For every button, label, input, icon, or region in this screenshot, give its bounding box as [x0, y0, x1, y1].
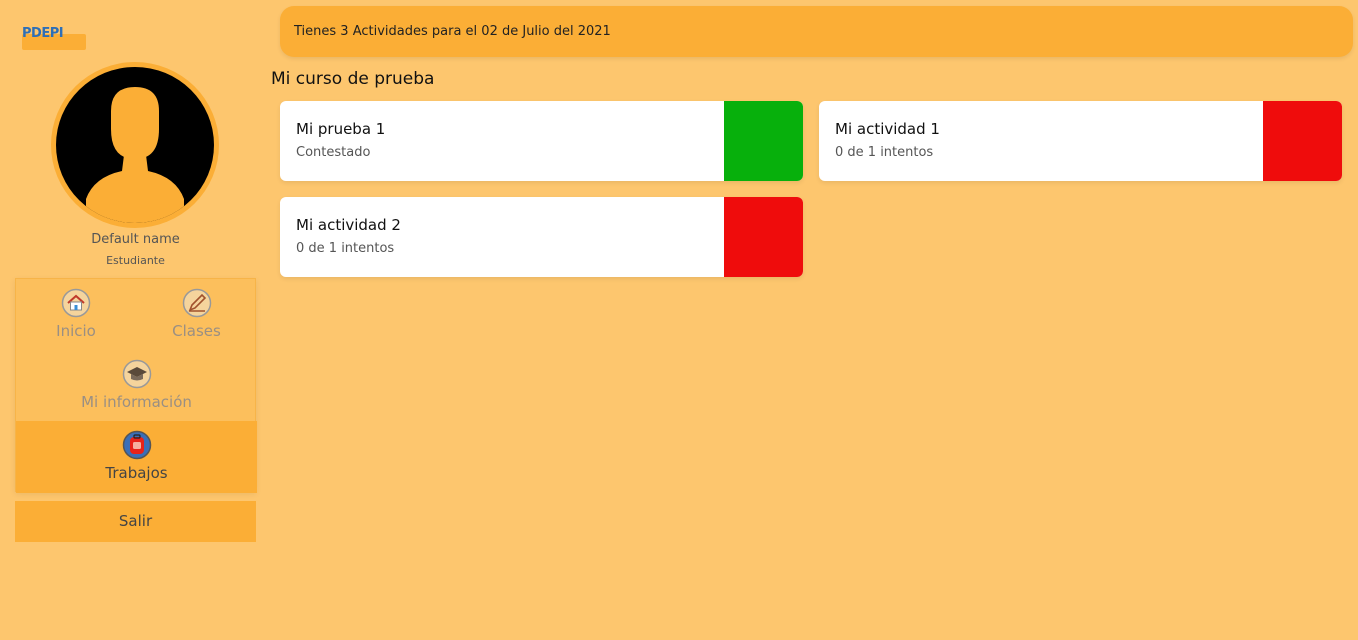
logo-text: PDEPI	[22, 26, 64, 41]
user-silhouette-icon	[86, 87, 184, 223]
activities-banner: Tienes 3 Actividades para el 02 de Julio…	[280, 6, 1353, 57]
nav-item-inicio[interactable]: Inicio	[16, 288, 136, 340]
nav-label-trabajos: Trabajos	[105, 464, 168, 482]
main-nav: Inicio Clases Mi información Trabajos	[15, 278, 257, 493]
app-logo[interactable]: PDEPI	[22, 22, 88, 52]
nav-label-mi-informacion: Mi información	[81, 393, 192, 411]
activity-status-text: 0 de 1 intentos	[296, 241, 395, 256]
backpack-icon	[122, 430, 151, 460]
user-name: Default name	[91, 232, 180, 247]
nav-item-trabajos[interactable]: Trabajos	[16, 421, 257, 493]
user-role: Estudiante	[106, 254, 165, 267]
activity-card[interactable]: Mi actividad 2 0 de 1 intentos	[280, 197, 803, 277]
logout-button[interactable]: Salir	[15, 501, 256, 542]
activity-status-text: 0 de 1 intentos	[835, 145, 934, 160]
avatar-image	[56, 67, 214, 223]
activity-status-indicator	[724, 197, 803, 277]
nav-label-clases: Clases	[172, 322, 221, 340]
nav-item-clases[interactable]: Clases	[136, 288, 257, 340]
activity-status-indicator	[1263, 101, 1342, 181]
activity-title: Mi actividad 1	[835, 120, 940, 138]
activity-title: Mi actividad 2	[296, 216, 401, 234]
nav-item-mi-informacion[interactable]: Mi información	[16, 359, 257, 411]
course-title: Mi curso de prueba	[271, 69, 435, 89]
avatar	[51, 62, 219, 228]
home-icon	[61, 288, 91, 318]
activity-card[interactable]: Mi prueba 1 Contestado	[280, 101, 803, 181]
activity-card[interactable]: Mi actividad 1 0 de 1 intentos	[819, 101, 1342, 181]
pencil-icon	[182, 288, 211, 318]
graduation-cap-icon	[122, 359, 151, 389]
sidebar: PDEPI Default name Estudiante Inicio Cla…	[0, 0, 270, 640]
activity-title: Mi prueba 1	[296, 120, 386, 138]
activity-status-text: Contestado	[296, 145, 371, 160]
activity-status-indicator	[724, 101, 803, 181]
nav-label-inicio: Inicio	[56, 322, 96, 340]
